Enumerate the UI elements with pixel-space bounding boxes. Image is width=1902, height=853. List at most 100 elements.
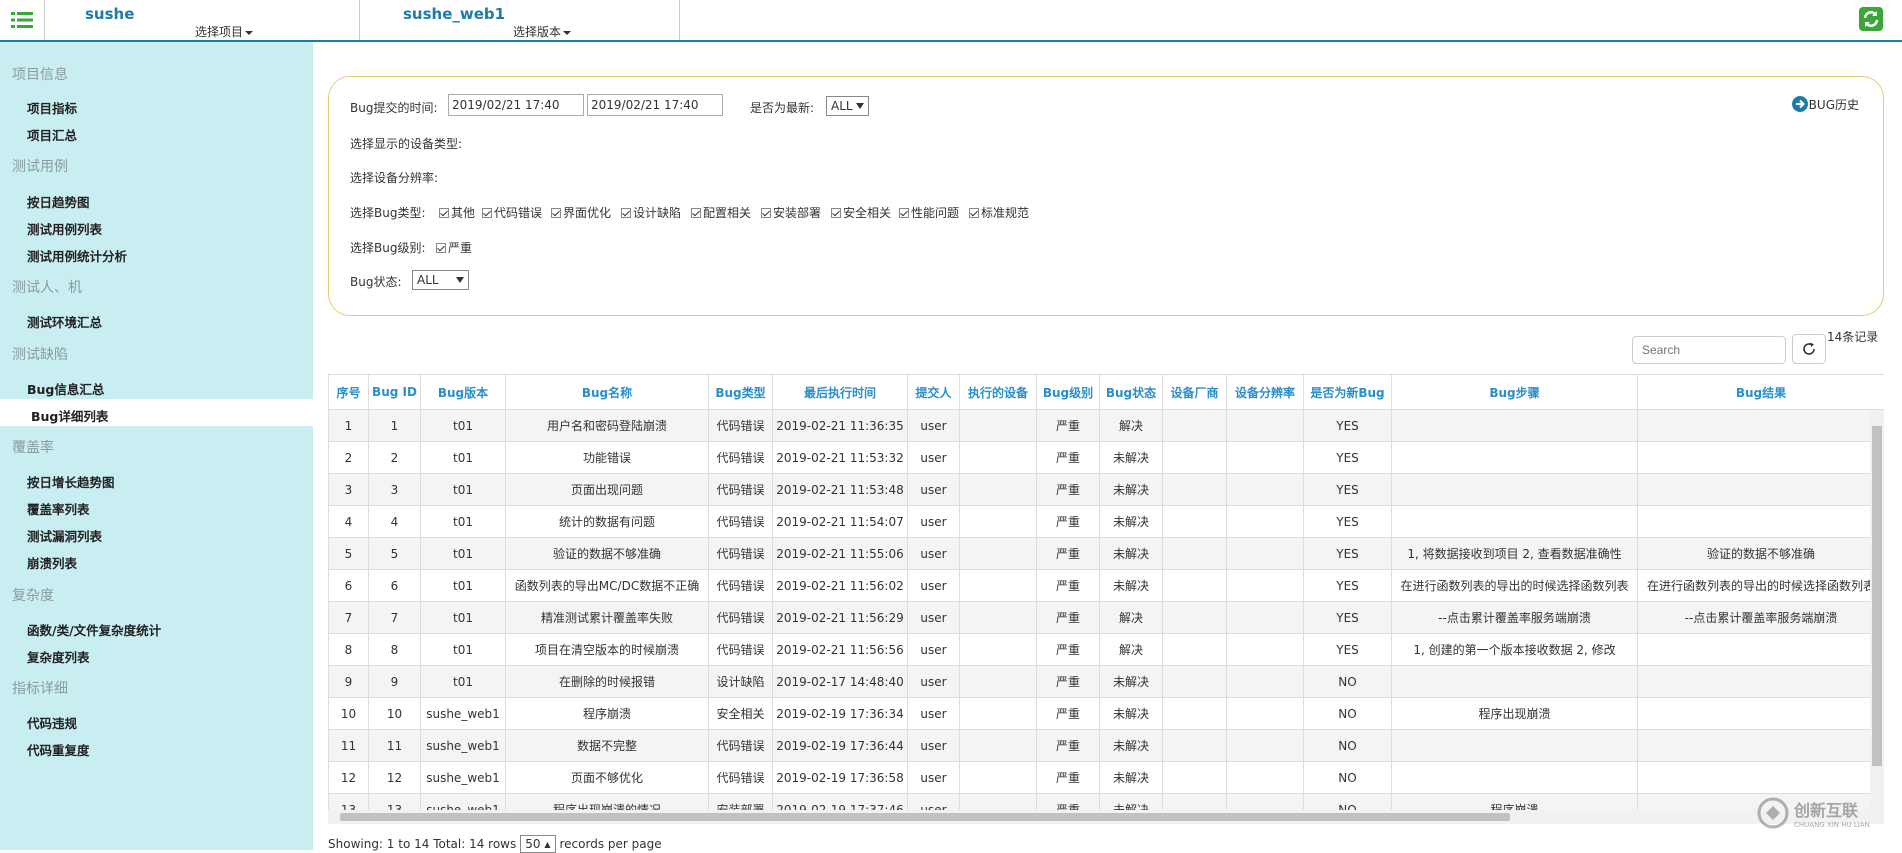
sidebar-item-project-summary[interactable]: 项目汇总 [27, 125, 77, 144]
column-header[interactable]: 提交人 [907, 374, 960, 410]
horizontal-scrollbar[interactable] [328, 810, 1884, 824]
sidebar-item-test-env-summary[interactable]: 测试环境汇总 [27, 312, 102, 331]
table-cell: YES [1303, 569, 1392, 602]
menu-icon[interactable] [0, 0, 45, 40]
table-cell: 1 [368, 409, 421, 442]
column-header[interactable]: Bug类型 [708, 374, 773, 410]
table-cell: user [907, 729, 960, 762]
table-cell: NO [1303, 729, 1392, 762]
table-cell: 10 [368, 697, 421, 730]
bug-history-link[interactable]: BUG历史 [1791, 95, 1859, 113]
project-switcher[interactable]: sushe 选择项目 [44, 0, 360, 40]
table-cell: 程序出现崩溃 [1391, 697, 1638, 730]
bug-type-checkbox-code-error[interactable]: 代码错误 [482, 204, 542, 221]
status-select[interactable]: ALL [412, 270, 469, 290]
table-cell: user [907, 505, 960, 538]
page-size-select[interactable]: 50 ▲ [520, 835, 556, 853]
table-cell: 7 [328, 601, 369, 634]
search-input[interactable] [1632, 336, 1786, 364]
table-cell: 13 [328, 793, 369, 810]
record-count: 14条记录 [1827, 330, 1879, 344]
table-cell: 验证的数据不够准确 [1637, 537, 1884, 570]
sidebar-group-project-info: 项目信息 [12, 67, 68, 83]
column-header[interactable]: Bug结果 [1637, 374, 1884, 410]
column-header[interactable]: Bug步骤 [1391, 374, 1638, 410]
table-row[interactable]: 2 2 t01 功能错误 代码错误 2019-02-21 11:53:32 user 严重 未解… [328, 441, 1884, 474]
bug-type-checkbox-ui-optimization[interactable]: 界面优化 [551, 204, 611, 221]
sidebar-item-coverage-list[interactable]: 覆盖率列表 [27, 499, 90, 518]
table-row[interactable]: 13 13 sushe_web1 程序出现崩溃的情况 安装部署 2019-02-19 17… [328, 793, 1884, 810]
table-row[interactable]: 11 11 sushe_web1 数据不完整 代码错误 2019-02-19 17:36:… [328, 729, 1884, 762]
bug-type-checkbox-security[interactable]: 安全相关 [831, 204, 891, 221]
table-cell [1226, 601, 1304, 634]
sidebar-item-code-duplication[interactable]: 代码重复度 [27, 740, 90, 759]
sidebar-item-test-case-analysis[interactable]: 测试用例统计分析 [27, 246, 127, 265]
column-header[interactable]: 序号 [328, 374, 369, 410]
sidebar-item-test-gap-list[interactable]: 测试漏洞列表 [27, 526, 102, 545]
table-row[interactable]: 10 10 sushe_web1 程序崩溃 安全相关 2019-02-19 17:36:3… [328, 697, 1884, 730]
sidebar-item-daily-growth[interactable]: 按日增长趋势图 [27, 472, 115, 491]
column-header[interactable]: Bug级别 [1036, 374, 1100, 410]
table-row[interactable]: 12 12 sushe_web1 页面不够优化 代码错误 2019-02-19 17:36… [328, 761, 1884, 794]
sidebar-item-code-violations[interactable]: 代码违规 [27, 713, 77, 732]
bug-type-checkbox-config[interactable]: 配置相关 [691, 204, 751, 221]
version-switcher[interactable]: sushe_web1 选择版本 [359, 0, 680, 40]
table-row[interactable]: 8 8 t01 项目在清空版本的时候崩溃 代码错误 2019-02-21 11:56:56… [328, 633, 1884, 666]
scrollbar-thumb[interactable] [340, 813, 1510, 821]
table-cell: 页面不够优化 [505, 761, 709, 794]
table-row[interactable]: 7 7 t01 精准测试累计覆盖率失败 代码错误 2019-02-21 11:56:29 u… [328, 601, 1884, 634]
bug-level-checkbox-severe[interactable]: 严重 [436, 239, 472, 256]
column-header[interactable]: 设备厂商 [1162, 374, 1227, 410]
column-header[interactable]: Bug状态 [1099, 374, 1163, 410]
table-cell [1162, 473, 1227, 506]
sidebar-item-project-metrics[interactable]: 项目指标 [27, 98, 77, 117]
table-row[interactable]: 6 6 t01 函数列表的导出MC/DC数据不正确 代码错误 2019-02-21 11:… [328, 569, 1884, 602]
table-cell [959, 441, 1037, 474]
sidebar: 项目信息 项目指标 项目汇总 测试用例 按日趋势图 测试用例列表 测试用例统计分… [0, 42, 313, 850]
bug-type-checkbox-deployment[interactable]: 安装部署 [761, 204, 821, 221]
sidebar-item-complexity-list[interactable]: 复杂度列表 [27, 647, 90, 666]
table-cell: 5 [368, 537, 421, 570]
sidebar-item-bug-detail-list[interactable]: Bug详细列表 [31, 406, 108, 425]
column-header[interactable]: Bug名称 [505, 374, 709, 410]
sidebar-item-daily-trend[interactable]: 按日趋势图 [27, 192, 90, 211]
column-header[interactable]: Bug版本 [420, 374, 506, 410]
vertical-scrollbar[interactable] [1870, 410, 1884, 810]
bug-type-checkbox-design-defect[interactable]: 设计缺陷 [621, 204, 681, 221]
column-header[interactable]: 是否为新Bug [1303, 374, 1392, 410]
column-header[interactable]: Bug ID [368, 374, 421, 410]
sidebar-item-complexity-stats[interactable]: 函数/类/文件复杂度统计 [27, 620, 161, 639]
refresh-icon[interactable] [1858, 6, 1884, 32]
table-row[interactable]: 9 9 t01 在删除的时候报错 设计缺陷 2019-02-17 14:48:40 user… [328, 665, 1884, 698]
table-cell: 安装部署 [708, 793, 773, 810]
submit-time-label: Bug提交的时间: [350, 101, 438, 115]
table-cell: 3 [328, 473, 369, 506]
table-row[interactable]: 1 1 t01 用户名和密码登陆崩溃 代码错误 2019-02-21 11:36:35 us… [328, 409, 1884, 442]
project-select-dropdown[interactable]: 选择项目 [195, 23, 254, 40]
column-header[interactable]: 执行的设备 [959, 374, 1037, 410]
sidebar-item-test-case-list[interactable]: 测试用例列表 [27, 219, 102, 238]
start-time-input[interactable] [448, 94, 584, 116]
sidebar-item-crash-list[interactable]: 崩溃列表 [27, 553, 77, 572]
table-row[interactable]: 4 4 t01 统计的数据有问题 代码错误 2019-02-21 11:54:07 user… [328, 505, 1884, 538]
table-cell: 2 [368, 441, 421, 474]
sidebar-item-bug-summary[interactable]: Bug信息汇总 [27, 379, 104, 398]
table-cell [959, 665, 1037, 698]
table-cell: user [907, 409, 960, 442]
version-select-dropdown[interactable]: 选择版本 [513, 23, 572, 40]
bug-type-checkbox-performance[interactable]: 性能问题 [899, 204, 959, 221]
latest-select[interactable]: ALL [826, 96, 869, 116]
table-row[interactable]: 3 3 t01 页面出现问题 代码错误 2019-02-21 11:53:48 user 严重… [328, 473, 1884, 506]
bug-type-checkbox-standards[interactable]: 标准规范 [969, 204, 1029, 221]
table-cell: 未解决 [1099, 793, 1163, 810]
table-refresh-button[interactable] [1792, 334, 1826, 364]
table-cell: 代码错误 [708, 729, 773, 762]
bug-type-checkbox-other[interactable]: 其他 [439, 204, 475, 221]
table-cell [959, 473, 1037, 506]
column-header[interactable]: 最后执行时间 [772, 374, 908, 410]
column-header[interactable]: 设备分辨率 [1226, 374, 1304, 410]
end-time-input[interactable] [587, 94, 723, 116]
table-cell [1226, 441, 1304, 474]
scrollbar-thumb[interactable] [1872, 426, 1882, 766]
table-row[interactable]: 5 5 t01 验证的数据不够准确 代码错误 2019-02-21 11:55:06 use… [328, 537, 1884, 570]
